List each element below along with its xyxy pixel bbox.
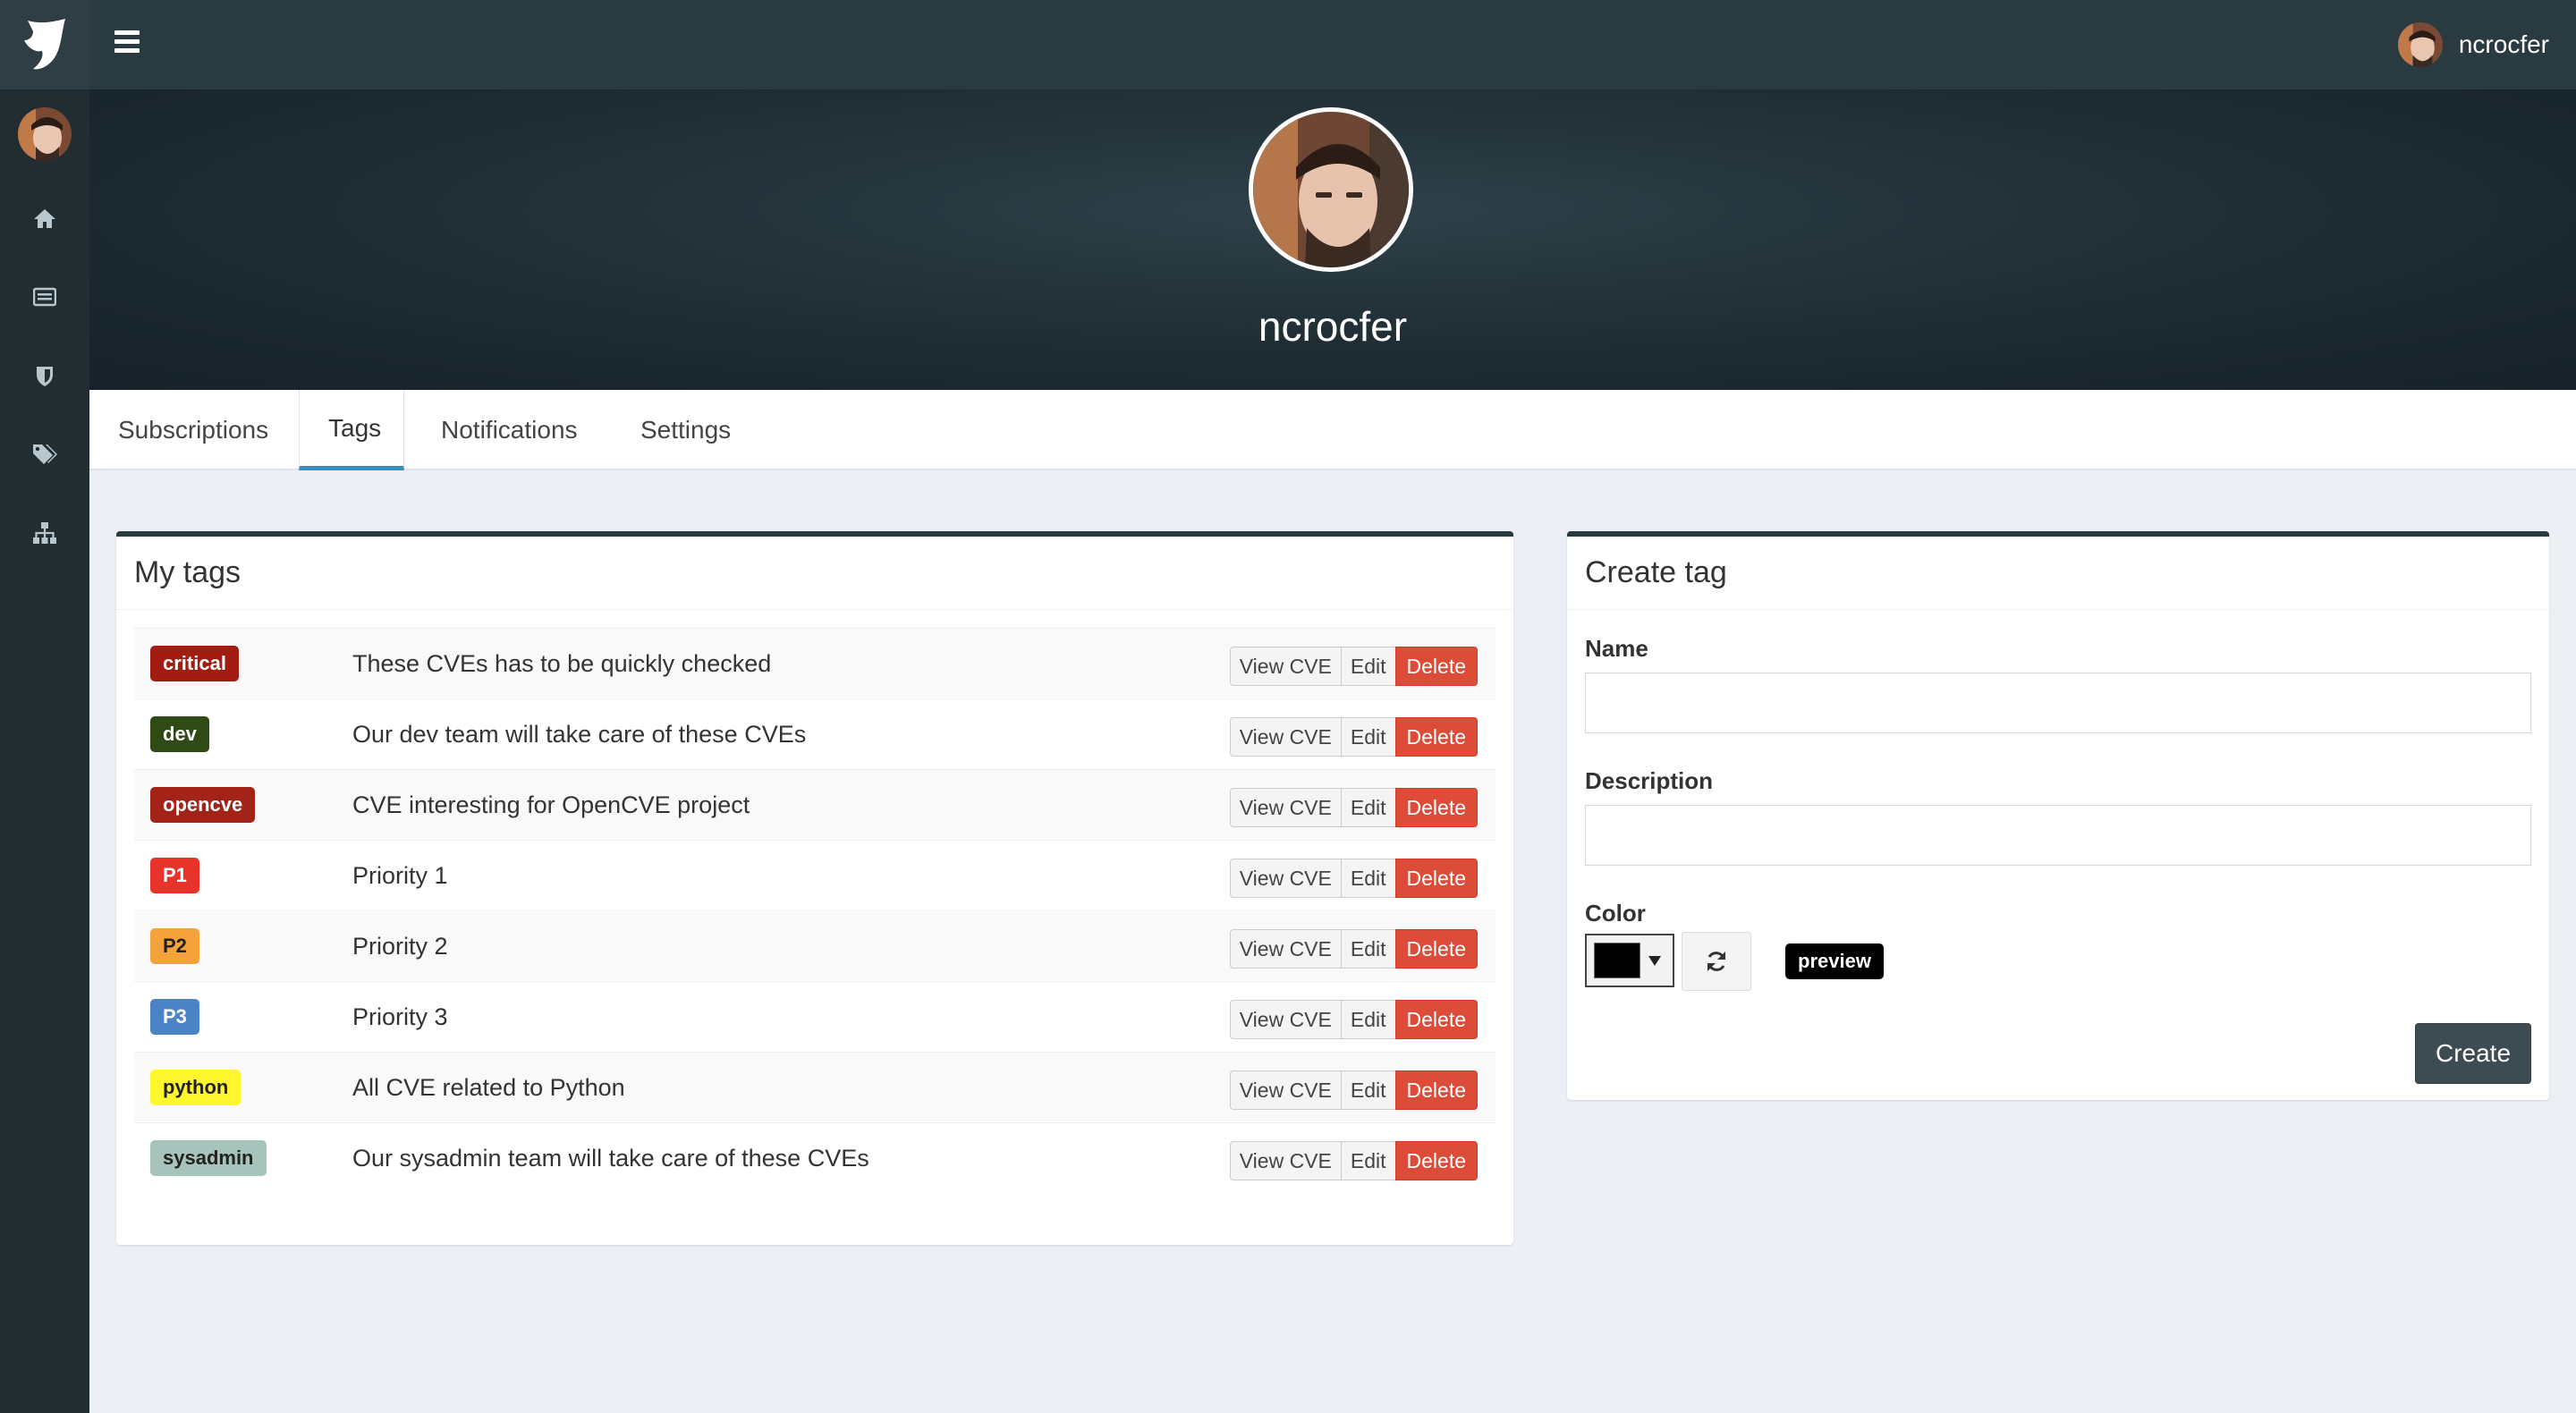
name-label: Name bbox=[1585, 635, 1648, 662]
view-cve-button[interactable]: View CVE bbox=[1229, 1070, 1342, 1110]
home-icon[interactable] bbox=[27, 200, 63, 236]
view-cve-button[interactable]: View CVE bbox=[1229, 929, 1342, 969]
tag-actions: View CVE Edit Delete bbox=[1229, 929, 1478, 969]
edit-button[interactable]: Edit bbox=[1340, 788, 1396, 827]
create-tag-title: Create tag bbox=[1567, 537, 2549, 610]
shield-icon[interactable] bbox=[27, 358, 63, 393]
tag-row: P1 Priority 1 View CVE Edit Delete bbox=[134, 840, 1496, 910]
tag-actions: View CVE Edit Delete bbox=[1229, 647, 1478, 686]
opencve-logo[interactable] bbox=[0, 0, 89, 89]
delete-button[interactable]: Delete bbox=[1394, 788, 1478, 827]
edit-button[interactable]: Edit bbox=[1340, 929, 1396, 969]
delete-button[interactable]: Delete bbox=[1394, 929, 1478, 969]
tag-preview-badge: preview bbox=[1785, 943, 1884, 979]
profile-tabs: Subscriptions Tags Notifications Setting… bbox=[89, 390, 2576, 470]
tag-row: P2 Priority 2 View CVE Edit Delete bbox=[134, 910, 1496, 980]
tag-badge: dev bbox=[150, 716, 209, 752]
tag-row: P3 Priority 3 View CVE Edit Delete bbox=[134, 981, 1496, 1051]
create-tag-button[interactable]: Create bbox=[2415, 1023, 2531, 1084]
tag-row: sysadmin Our sysadmin team will take care… bbox=[134, 1122, 1496, 1192]
view-cve-button[interactable]: View CVE bbox=[1229, 717, 1342, 757]
delete-button[interactable]: Delete bbox=[1394, 859, 1478, 898]
tag-actions: View CVE Edit Delete bbox=[1229, 717, 1478, 757]
color-picker[interactable] bbox=[1585, 934, 1674, 987]
user-avatar bbox=[2397, 22, 2443, 67]
tab-notifications[interactable]: Notifications bbox=[441, 390, 578, 470]
edit-button[interactable]: Edit bbox=[1340, 1000, 1396, 1039]
tag-actions: View CVE Edit Delete bbox=[1229, 1070, 1478, 1110]
tag-actions: View CVE Edit Delete bbox=[1229, 1141, 1478, 1180]
sidebar bbox=[0, 0, 89, 1413]
delete-button[interactable]: Delete bbox=[1394, 1141, 1478, 1180]
edit-button[interactable]: Edit bbox=[1340, 647, 1396, 686]
tag-name-input[interactable] bbox=[1585, 673, 2531, 733]
tag-actions: View CVE Edit Delete bbox=[1229, 859, 1478, 898]
tag-badge: python bbox=[150, 1070, 242, 1105]
tag-badge: sysadmin bbox=[150, 1140, 267, 1176]
caret-down-icon bbox=[1648, 956, 1661, 966]
tab-settings[interactable]: Settings bbox=[640, 390, 731, 470]
tag-actions: View CVE Edit Delete bbox=[1229, 1000, 1478, 1039]
delete-button[interactable]: Delete bbox=[1394, 1000, 1478, 1039]
profile-avatar bbox=[1249, 107, 1413, 272]
tag-description: Our dev team will take care of these CVE… bbox=[352, 720, 807, 748]
random-color-button[interactable] bbox=[1682, 932, 1751, 991]
edit-button[interactable]: Edit bbox=[1340, 1141, 1396, 1180]
description-label: Description bbox=[1585, 767, 1714, 794]
tag-badge: P3 bbox=[150, 999, 199, 1035]
tag-description: Priority 1 bbox=[352, 861, 448, 889]
tag-actions: View CVE Edit Delete bbox=[1229, 788, 1478, 827]
tag-description: CVE interesting for OpenCVE project bbox=[352, 791, 750, 818]
tag-row: dev Our dev team will take care of these … bbox=[134, 698, 1496, 768]
tab-subscriptions[interactable]: Subscriptions bbox=[118, 390, 268, 470]
list-icon[interactable] bbox=[27, 279, 63, 315]
view-cve-button[interactable]: View CVE bbox=[1229, 647, 1342, 686]
edit-button[interactable]: Edit bbox=[1340, 859, 1396, 898]
delete-button[interactable]: Delete bbox=[1394, 1070, 1478, 1110]
color-swatch bbox=[1594, 943, 1640, 978]
sitemap-icon[interactable] bbox=[27, 515, 63, 551]
edit-button[interactable]: Edit bbox=[1340, 1070, 1396, 1110]
refresh-icon bbox=[1707, 952, 1725, 971]
tag-row: critical These CVEs has to be quickly che… bbox=[134, 628, 1496, 698]
color-label: Color bbox=[1585, 900, 1646, 926]
logo-icon bbox=[24, 19, 65, 70]
tag-badge: opencve bbox=[150, 787, 256, 823]
view-cve-button[interactable]: View CVE bbox=[1229, 1000, 1342, 1039]
tag-description: Our sysadmin team will take care of thes… bbox=[352, 1144, 869, 1172]
profile-username: ncrocfer bbox=[1258, 303, 1408, 350]
username-label: ncrocfer bbox=[2458, 30, 2549, 58]
top-navbar: ncrocfer bbox=[89, 0, 2576, 89]
tag-description: These CVEs has to be quickly checked bbox=[352, 649, 772, 677]
edit-button[interactable]: Edit bbox=[1340, 717, 1396, 757]
tags-icon[interactable] bbox=[27, 436, 63, 472]
tab-tags[interactable]: Tags bbox=[299, 390, 404, 470]
delete-button[interactable]: Delete bbox=[1394, 647, 1478, 686]
tag-badge: P2 bbox=[150, 928, 199, 964]
my-tags-panel: My tags critical These CVEs has to be qui… bbox=[116, 531, 1513, 1245]
view-cve-button[interactable]: View CVE bbox=[1229, 859, 1342, 898]
tag-badge: critical bbox=[150, 646, 239, 681]
tag-row: python All CVE related to Python View CVE E… bbox=[134, 1052, 1496, 1121]
my-tags-title: My tags bbox=[116, 537, 1513, 610]
profile-header: ncrocfer bbox=[89, 89, 2576, 390]
tag-description: Priority 2 bbox=[352, 932, 448, 960]
tag-badge: P1 bbox=[150, 858, 199, 893]
tag-description: Priority 3 bbox=[352, 1003, 448, 1030]
sidebar-avatar[interactable] bbox=[18, 107, 72, 161]
tag-row: opencve CVE interesting for OpenCVE proje… bbox=[134, 769, 1496, 839]
view-cve-button[interactable]: View CVE bbox=[1229, 1141, 1342, 1180]
menu-toggle-icon[interactable] bbox=[114, 30, 140, 59]
tag-description: All CVE related to Python bbox=[352, 1073, 625, 1101]
create-tag-panel: Create tag Name Description Color previe… bbox=[1567, 531, 2549, 1100]
view-cve-button[interactable]: View CVE bbox=[1229, 788, 1342, 827]
delete-button[interactable]: Delete bbox=[1394, 717, 1478, 757]
tag-description-input[interactable] bbox=[1585, 805, 2531, 866]
user-menu[interactable]: ncrocfer bbox=[2397, 22, 2549, 67]
